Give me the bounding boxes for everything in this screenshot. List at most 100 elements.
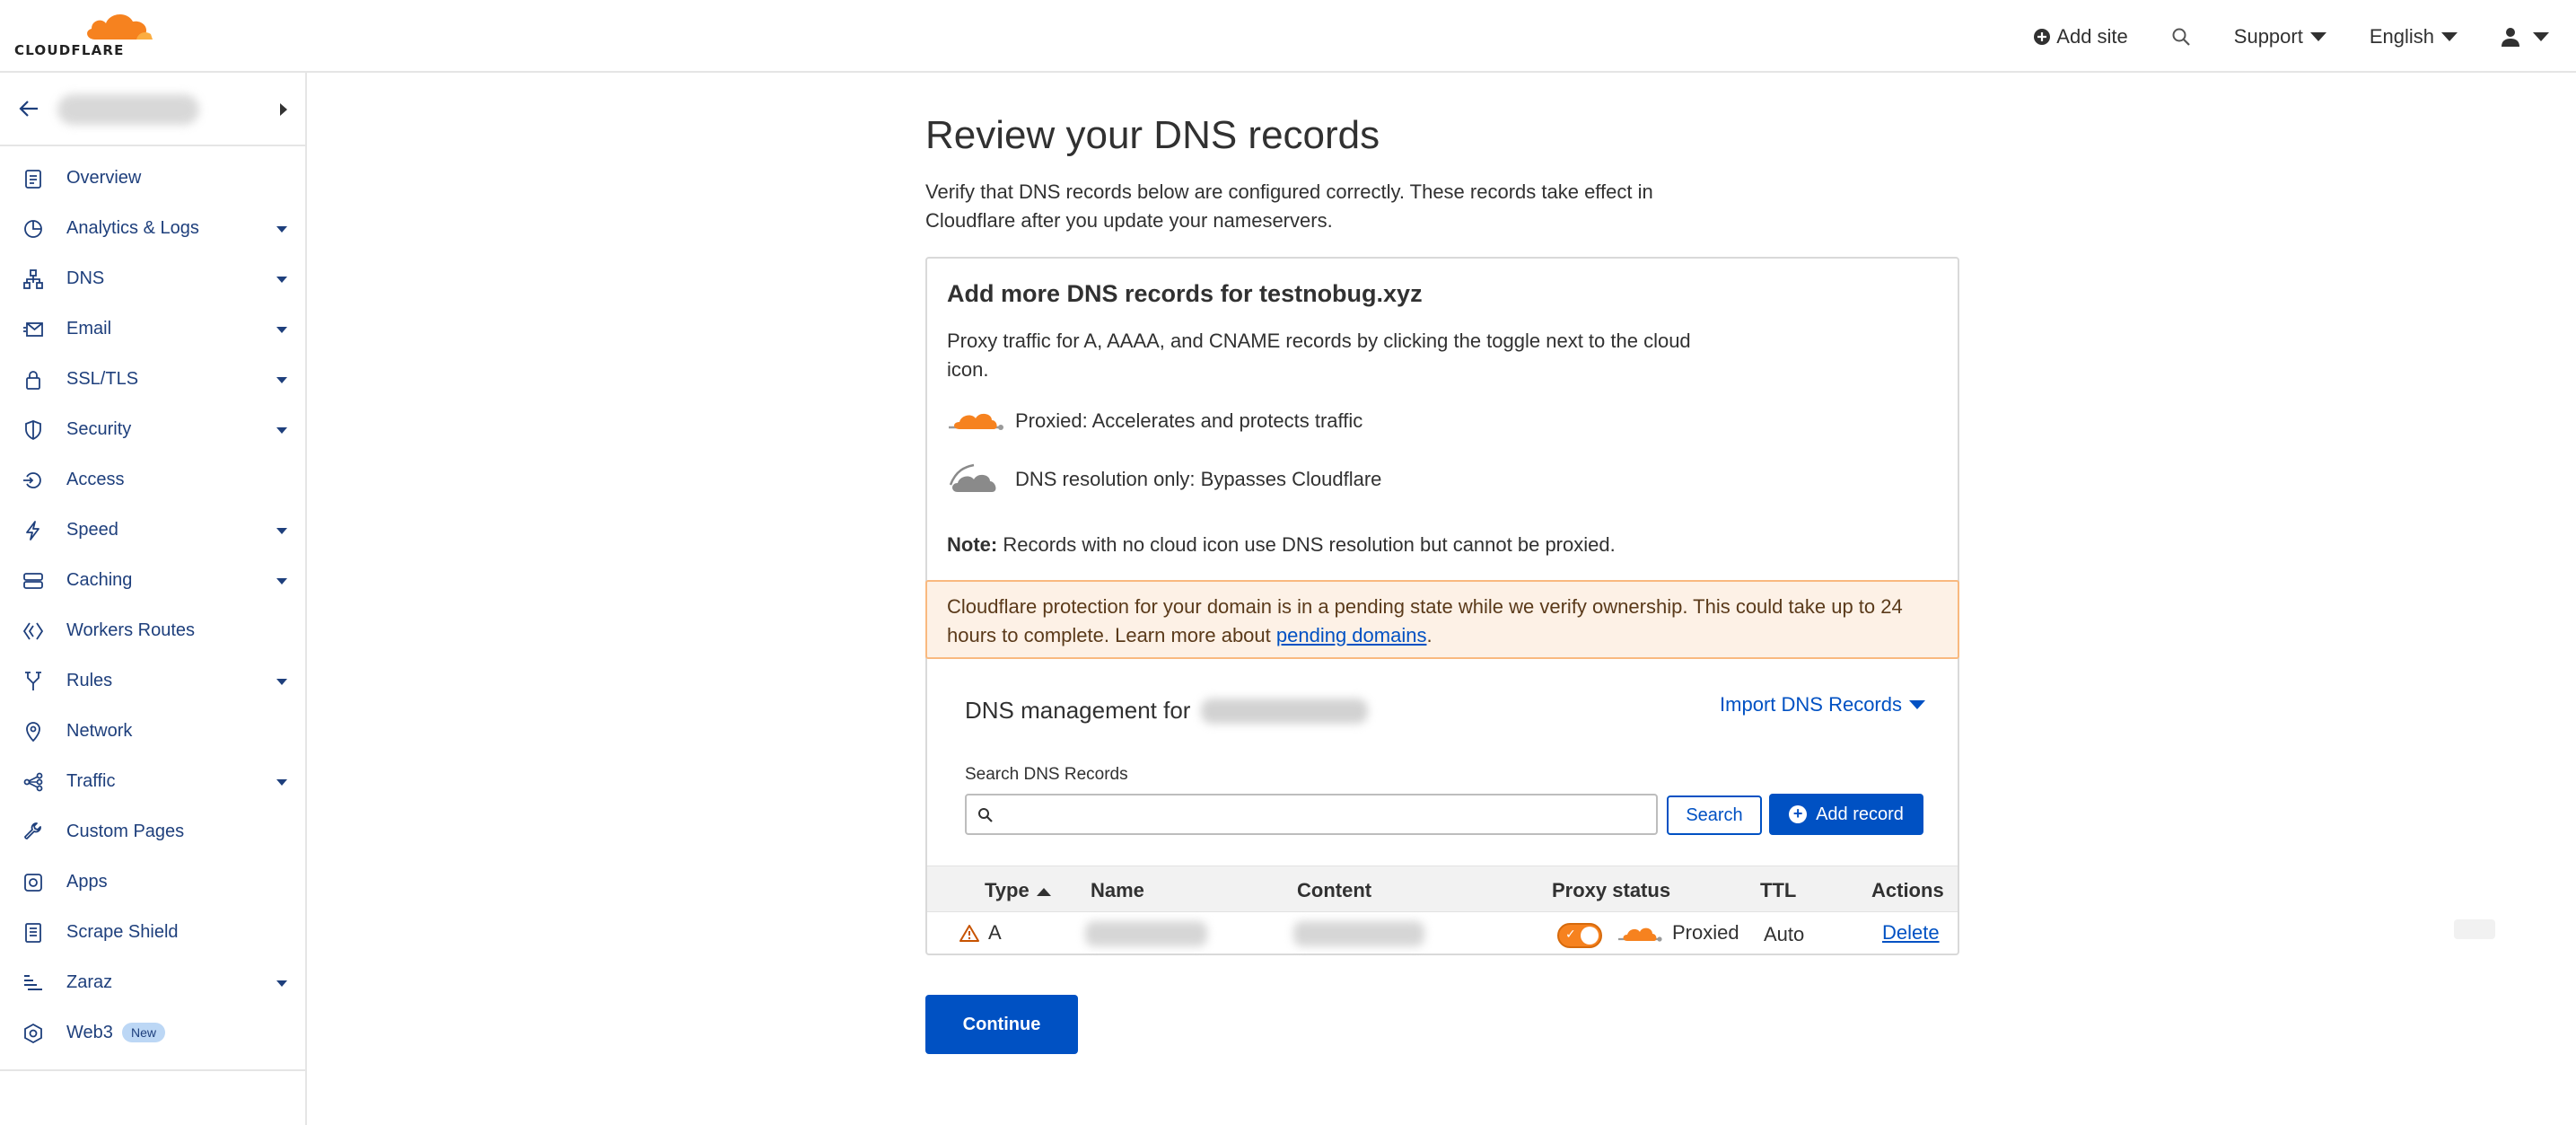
- table-row: A ✓ Proxied Auto Delete: [927, 912, 1958, 955]
- pending-warning-banner: Cloudflare protection for your domain is…: [925, 580, 1959, 659]
- zone-selector[interactable]: [0, 73, 305, 146]
- legend-proxied: Proxied: Accelerates and protects traffi…: [947, 408, 1362, 435]
- column-content[interactable]: Content: [1297, 879, 1371, 902]
- sidebar-item-access[interactable]: Access: [0, 455, 305, 505]
- search-dns-input[interactable]: [965, 794, 1658, 835]
- sidebar-item-custom-pages[interactable]: Custom Pages: [0, 807, 305, 857]
- sidebar-item-dns[interactable]: DNS: [0, 254, 305, 304]
- column-proxy-status: Proxy status: [1552, 879, 1671, 901]
- warning-end: .: [1426, 624, 1433, 646]
- search-button[interactable]: [2171, 27, 2191, 47]
- import-dns-records-button[interactable]: Import DNS Records: [1720, 693, 1925, 716]
- column-ttl[interactable]: TTL: [1760, 879, 1796, 902]
- search-button[interactable]: Search: [1667, 795, 1762, 835]
- sort-ascending-icon: [1036, 887, 1051, 896]
- email-icon: [23, 322, 43, 337]
- column-type-label: Type: [985, 879, 1030, 901]
- proxy-toggle[interactable]: ✓: [1557, 923, 1602, 948]
- chevron-down-icon: [276, 277, 287, 283]
- sidebar-item-traffic[interactable]: Traffic: [0, 757, 305, 807]
- sidebar-nav: Overview Analytics & Logs DNS Email SSL/…: [0, 154, 305, 1059]
- dns-only-cloud-icon: [949, 463, 996, 492]
- chevron-down-icon: [276, 980, 287, 987]
- continue-button[interactable]: Continue: [925, 995, 1078, 1054]
- table-header: Type Name Content Proxy status TTL Actio…: [927, 866, 1958, 912]
- network-tree-icon: [23, 269, 43, 289]
- support-label: Support: [2233, 24, 2303, 48]
- note-label: Note:: [947, 533, 998, 556]
- delete-record-link[interactable]: Delete: [1882, 921, 1940, 945]
- sidebar-item-scrape-shield[interactable]: Scrape Shield: [0, 908, 305, 958]
- record-content-redacted: [1293, 921, 1424, 946]
- sidebar-item-analytics[interactable]: Analytics & Logs: [0, 204, 305, 254]
- rules-fork-icon: [25, 672, 41, 690]
- page-description: Verify that DNS records below are config…: [925, 180, 1653, 232]
- proxy-status-label: Proxied: [1672, 921, 1739, 944]
- support-menu[interactable]: Support: [2234, 25, 2326, 48]
- sidebar-item-label: Access: [66, 470, 125, 489]
- proxy-instructions: Proxy traffic for A, AAAA, and CNAME rec…: [947, 330, 1691, 381]
- record-ttl: Auto: [1764, 923, 1805, 945]
- new-badge: New: [122, 1023, 166, 1042]
- sidebar-item-rules[interactable]: Rules: [0, 656, 305, 707]
- cloudflare-wordmark: CLOUDFLARE: [14, 42, 125, 58]
- dns-management-heading: DNS management for: [965, 697, 1369, 725]
- language-label: English: [2369, 24, 2434, 48]
- chevron-down-icon: [2309, 31, 2326, 41]
- pie-chart-icon: [24, 220, 42, 238]
- user-icon: [2502, 27, 2519, 47]
- sidebar-divider: [0, 1069, 305, 1071]
- card-title: Add more DNS records for testnobug.xyz: [947, 280, 1423, 307]
- sidebar-item-label: SSL/TLS: [66, 369, 139, 389]
- search-icon: [978, 808, 993, 822]
- column-type[interactable]: Type: [985, 879, 1051, 902]
- sidebar-item-label: Scrape Shield: [66, 922, 179, 942]
- shield-icon: [25, 420, 41, 441]
- add-record-button[interactable]: + Add record: [1769, 794, 1923, 835]
- sidebar-item-label: Workers Routes: [66, 620, 196, 640]
- user-menu[interactable]: [2501, 27, 2549, 47]
- workers-icon: [22, 622, 44, 640]
- sidebar-item-overview[interactable]: Overview: [0, 154, 305, 204]
- legend-dns-only-label: DNS resolution only: Bypasses Cloudflare: [1015, 468, 1382, 490]
- sidebar-item-label: Web3: [66, 1023, 113, 1042]
- sidebar-item-ssl-tls[interactable]: SSL/TLS: [0, 355, 305, 405]
- sidebar-item-caching[interactable]: Caching: [0, 556, 305, 606]
- column-actions: Actions: [1871, 879, 1944, 901]
- language-menu[interactable]: English: [2370, 25, 2458, 48]
- add-site-button[interactable]: Add site: [2033, 25, 2128, 48]
- page-title: Review your DNS records: [925, 113, 1380, 157]
- sidebar-item-security[interactable]: Security: [0, 405, 305, 455]
- zone-name-redacted: [57, 94, 199, 125]
- proxied-cloud-icon: [1618, 927, 1662, 942]
- sidebar-item-speed[interactable]: Speed: [0, 505, 305, 556]
- sidebar-item-label: Apps: [66, 872, 108, 892]
- sidebar-item-network[interactable]: Network: [0, 707, 305, 757]
- warning-icon: [959, 925, 979, 942]
- cloudflare-logo[interactable]: CLOUDFLARE: [14, 9, 153, 63]
- chevron-right-icon[interactable]: [280, 103, 287, 116]
- back-arrow-icon[interactable]: [18, 98, 39, 119]
- sidebar: Overview Analytics & Logs DNS Email SSL/…: [0, 73, 307, 1125]
- location-pin-icon: [26, 722, 40, 743]
- cloudflare-cloud-icon: [87, 13, 153, 40]
- sidebar-item-label: Caching: [66, 570, 133, 590]
- zaraz-icon: [24, 975, 42, 990]
- sidebar-item-zaraz[interactable]: Zaraz: [0, 958, 305, 1008]
- sidebar-item-web3[interactable]: Web3 New: [0, 1008, 305, 1059]
- top-nav: Add site Support English: [1990, 0, 2549, 73]
- lightning-icon: [26, 521, 39, 541]
- record-name-redacted: [1085, 921, 1207, 946]
- pending-domains-link[interactable]: pending domains: [1276, 624, 1427, 646]
- clipboard-icon: [25, 170, 41, 189]
- chevron-down-icon: [2533, 31, 2549, 41]
- sidebar-item-apps[interactable]: Apps: [0, 857, 305, 908]
- domain-redacted: [1201, 698, 1369, 724]
- chevron-down-icon: [2441, 31, 2458, 41]
- sidebar-item-workers-routes[interactable]: Workers Routes: [0, 606, 305, 656]
- web3-icon: [24, 1023, 42, 1044]
- sidebar-item-label: Network: [66, 721, 133, 741]
- legend-dns-only: DNS resolution only: Bypasses Cloudflare: [947, 461, 1381, 497]
- column-name[interactable]: Name: [1091, 879, 1144, 902]
- sidebar-item-email[interactable]: Email: [0, 304, 305, 355]
